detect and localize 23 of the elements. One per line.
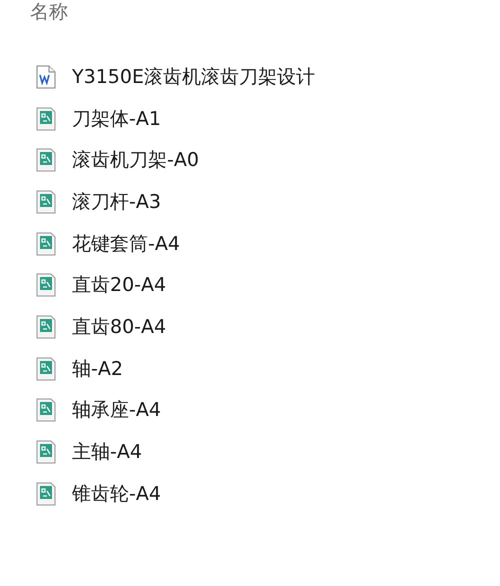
file-name[interactable]: 直齿20-A4 <box>72 272 166 298</box>
file-name[interactable]: 直齿80-A4 <box>72 314 166 340</box>
drawing-file-icon <box>36 148 56 172</box>
drawing-file-icon <box>36 106 56 131</box>
file-name[interactable]: 花键套筒-A4 <box>72 230 180 257</box>
drawing-file-icon <box>36 398 56 422</box>
drawing-file-icon <box>36 273 56 298</box>
file-name[interactable]: Y3150E滚齿机滚齿刀架设计 <box>72 64 315 90</box>
drawing-file-icon <box>36 190 56 214</box>
file-name[interactable]: 锥齿轮-A4 <box>72 480 161 507</box>
file-name[interactable]: 轴承座-A4 <box>72 397 161 424</box>
file-name[interactable]: 刀架体-A1 <box>72 106 161 132</box>
drawing-file-icon <box>36 314 56 339</box>
drawing-file-icon <box>36 482 56 506</box>
file-name[interactable]: 滚刀杆-A3 <box>72 188 161 215</box>
drawing-file-icon <box>36 356 56 381</box>
file-name[interactable]: 轴-A2 <box>72 356 123 382</box>
file-name[interactable]: 主轴-A4 <box>72 439 142 466</box>
column-header[interactable]: 名称 <box>30 0 68 25</box>
drawing-file-icon <box>36 440 56 464</box>
word-document-icon <box>36 64 56 89</box>
drawing-file-icon <box>36 232 56 256</box>
file-name[interactable]: 滚齿机刀架-A0 <box>72 147 199 174</box>
